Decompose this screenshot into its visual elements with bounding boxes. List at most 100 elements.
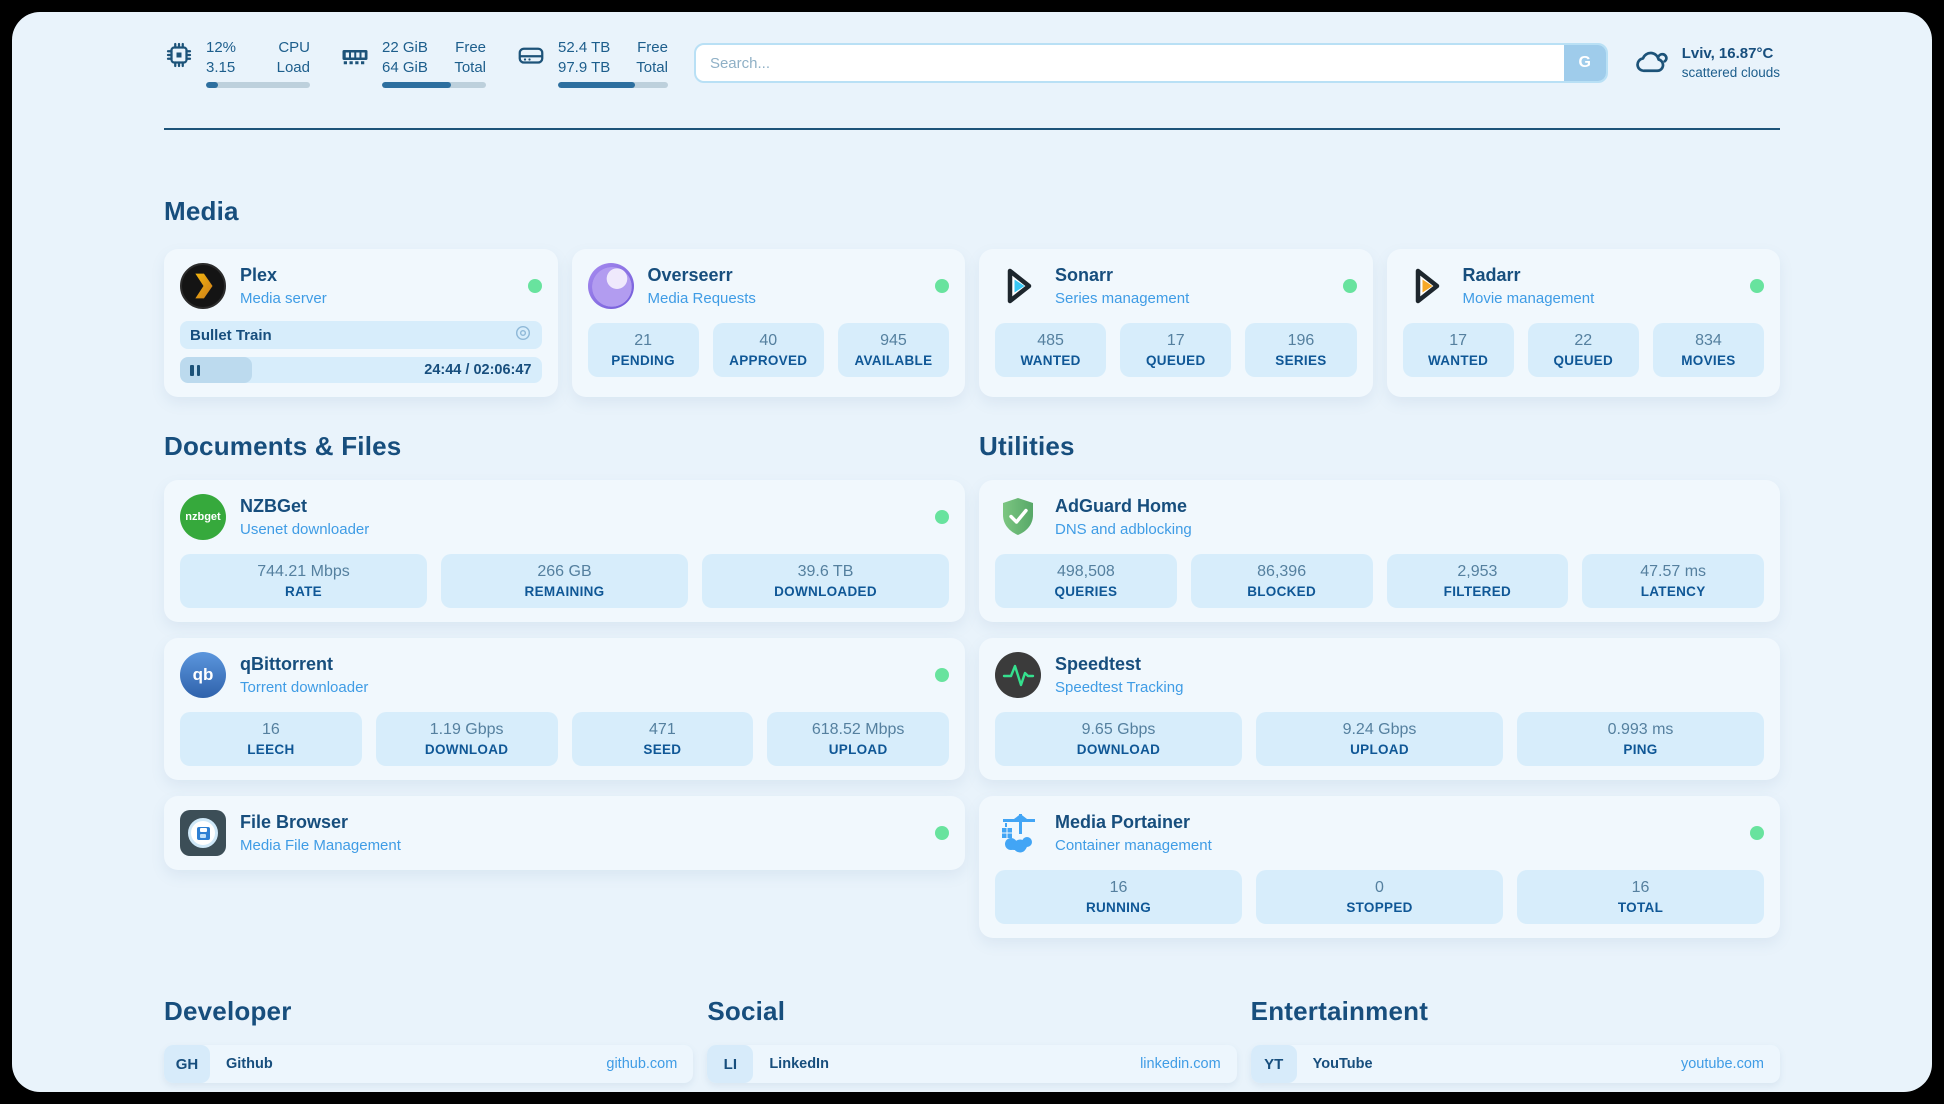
- status-dot: [528, 279, 542, 293]
- app-name: Overseerr: [648, 265, 922, 287]
- adguard-icon: [995, 494, 1041, 540]
- stat-pill: 945 AVAILABLE: [838, 323, 949, 377]
- app-description: Media Requests: [648, 290, 922, 307]
- app-card-adguard[interactable]: AdGuard Home DNS and adblocking 498,508 …: [979, 480, 1780, 622]
- status-dot: [1750, 279, 1764, 293]
- app-description: Movie management: [1463, 290, 1737, 307]
- memory-total-value: 64 GiB: [382, 58, 428, 78]
- link-row-github[interactable]: GH Github github.com: [164, 1045, 693, 1083]
- app-card-speedtest[interactable]: Speedtest Speedtest Tracking 9.65 Gbps D…: [979, 638, 1780, 780]
- search-engine-button[interactable]: G: [1564, 45, 1606, 81]
- status-dot: [935, 279, 949, 293]
- stat-pill: 471 SEED: [572, 712, 754, 766]
- app-description: Usenet downloader: [240, 521, 921, 538]
- app-card-qbittorrent[interactable]: qb qBittorrent Torrent downloader 16 LEE…: [164, 638, 965, 780]
- cpu-load-value: 3.15: [206, 58, 236, 78]
- stat-pill: 0.993 ms PING: [1517, 712, 1764, 766]
- app-card-filebrowser[interactable]: File Browser Media File Management: [164, 796, 965, 870]
- playback-progress-bar[interactable]: 24:44 / 02:06:47: [180, 357, 542, 383]
- app-card-portainer[interactable]: Media Portainer Container management 16 …: [979, 796, 1780, 938]
- link-name: YouTube: [1313, 1056, 1373, 1072]
- storage-free-value: 52.4 TB: [558, 38, 610, 58]
- app-description: DNS and adblocking: [1055, 521, 1764, 538]
- system-stats: 12% 3.15 CPU Load: [164, 38, 668, 88]
- cpu-stat-widget: 12% 3.15 CPU Load: [164, 38, 310, 88]
- weather-condition: scattered clouds: [1682, 64, 1780, 82]
- stat-pill: 16 LEECH: [180, 712, 362, 766]
- app-card-sonarr[interactable]: Sonarr Series management 485 WANTED 17 Q…: [979, 249, 1373, 397]
- portainer-icon: [995, 810, 1041, 856]
- documents-column: nzbget NZBGet Usenet downloader 744.21 M…: [164, 480, 965, 870]
- storage-total-value: 97.9 TB: [558, 58, 610, 78]
- stat-pill: 0 STOPPED: [1256, 870, 1503, 924]
- link-url: linkedin.com: [1140, 1056, 1221, 1072]
- link-badge: LI: [707, 1045, 753, 1083]
- memory-total-label: Total: [454, 58, 486, 78]
- app-card-plex[interactable]: Plex Media server Bullet Train: [164, 249, 558, 397]
- overseerr-icon: [588, 263, 634, 309]
- stat-pill: 1.19 Gbps DOWNLOAD: [376, 712, 558, 766]
- playback-time: 24:44 / 02:06:47: [424, 362, 531, 378]
- stat-pill: 618.52 Mbps UPLOAD: [767, 712, 949, 766]
- now-playing-bar: Bullet Train: [180, 321, 542, 349]
- cpu-label: CPU: [277, 38, 310, 58]
- app-description: Speedtest Tracking: [1055, 679, 1764, 696]
- app-name: Plex: [240, 265, 514, 287]
- app-name: Speedtest: [1055, 654, 1764, 676]
- cloud-icon: [1634, 43, 1670, 84]
- status-dot: [935, 510, 949, 524]
- social-links-section: Social LI LinkedIn linkedin.com TW Twitt…: [707, 996, 1236, 1092]
- app-card-nzbget[interactable]: nzbget NZBGet Usenet downloader 744.21 M…: [164, 480, 965, 622]
- memory-progress-bar: [382, 82, 486, 88]
- load-label: Load: [277, 58, 310, 78]
- app-description: Torrent downloader: [240, 679, 921, 696]
- app-name: Sonarr: [1055, 265, 1329, 287]
- speedtest-icon: [995, 652, 1041, 698]
- cpu-progress-bar: [206, 82, 310, 88]
- link-url: youtube.com: [1681, 1056, 1764, 1072]
- link-row-linkedin[interactable]: LI LinkedIn linkedin.com: [707, 1045, 1236, 1083]
- app-card-overseerr[interactable]: Overseerr Media Requests 21 PENDING 40 A…: [572, 249, 966, 397]
- qbittorrent-icon: qb: [180, 652, 226, 698]
- storage-free-label: Free: [636, 38, 668, 58]
- stat-pill: 16 TOTAL: [1517, 870, 1764, 924]
- memory-icon: [340, 40, 370, 75]
- dashboard-page: 12% 3.15 CPU Load: [12, 12, 1932, 1092]
- stat-pill: 498,508 QUERIES: [995, 554, 1177, 608]
- stat-pill: 17 QUEUED: [1120, 323, 1231, 377]
- stat-pill: 47.57 ms LATENCY: [1582, 554, 1764, 608]
- stat-pill: 266 GB REMAINING: [441, 554, 688, 608]
- memory-free-label: Free: [454, 38, 486, 58]
- app-card-radarr[interactable]: Radarr Movie management 17 WANTED 22 QUE…: [1387, 249, 1781, 397]
- app-description: Series management: [1055, 290, 1329, 307]
- stat-pill: 834 MOVIES: [1653, 323, 1764, 377]
- status-dot: [935, 826, 949, 840]
- memory-free-value: 22 GiB: [382, 38, 428, 58]
- radarr-icon: [1403, 263, 1449, 309]
- search-input[interactable]: [696, 45, 1564, 81]
- developer-section-title: Developer: [164, 996, 693, 1027]
- cpu-icon: [164, 40, 194, 75]
- now-playing-title: Bullet Train: [190, 327, 506, 344]
- plex-icon: [180, 263, 226, 309]
- social-section-title: Social: [707, 996, 1236, 1027]
- app-description: Container management: [1055, 837, 1736, 854]
- app-name: Radarr: [1463, 265, 1737, 287]
- documents-section-title: Documents & Files: [164, 431, 965, 462]
- utilities-section-title: Utilities: [979, 431, 1780, 462]
- status-dot: [1343, 279, 1357, 293]
- app-description: Media server: [240, 290, 514, 307]
- weather-location-temp: Lviv, 16.87°C: [1682, 44, 1780, 64]
- weather-widget[interactable]: Lviv, 16.87°C scattered clouds: [1634, 43, 1780, 84]
- link-url: github.com: [606, 1056, 677, 1072]
- stat-pill: 39.6 TB DOWNLOADED: [702, 554, 949, 608]
- app-name: AdGuard Home: [1055, 496, 1764, 518]
- search-bar: G: [694, 43, 1608, 83]
- status-dot: [935, 668, 949, 682]
- filebrowser-icon: [180, 810, 226, 856]
- media-section-title: Media: [164, 196, 1780, 227]
- storage-icon: [516, 40, 546, 75]
- link-row-youtube[interactable]: YT YouTube youtube.com: [1251, 1045, 1780, 1083]
- stat-pill: 22 QUEUED: [1528, 323, 1639, 377]
- media-cards-row: Plex Media server Bullet Train: [164, 249, 1780, 397]
